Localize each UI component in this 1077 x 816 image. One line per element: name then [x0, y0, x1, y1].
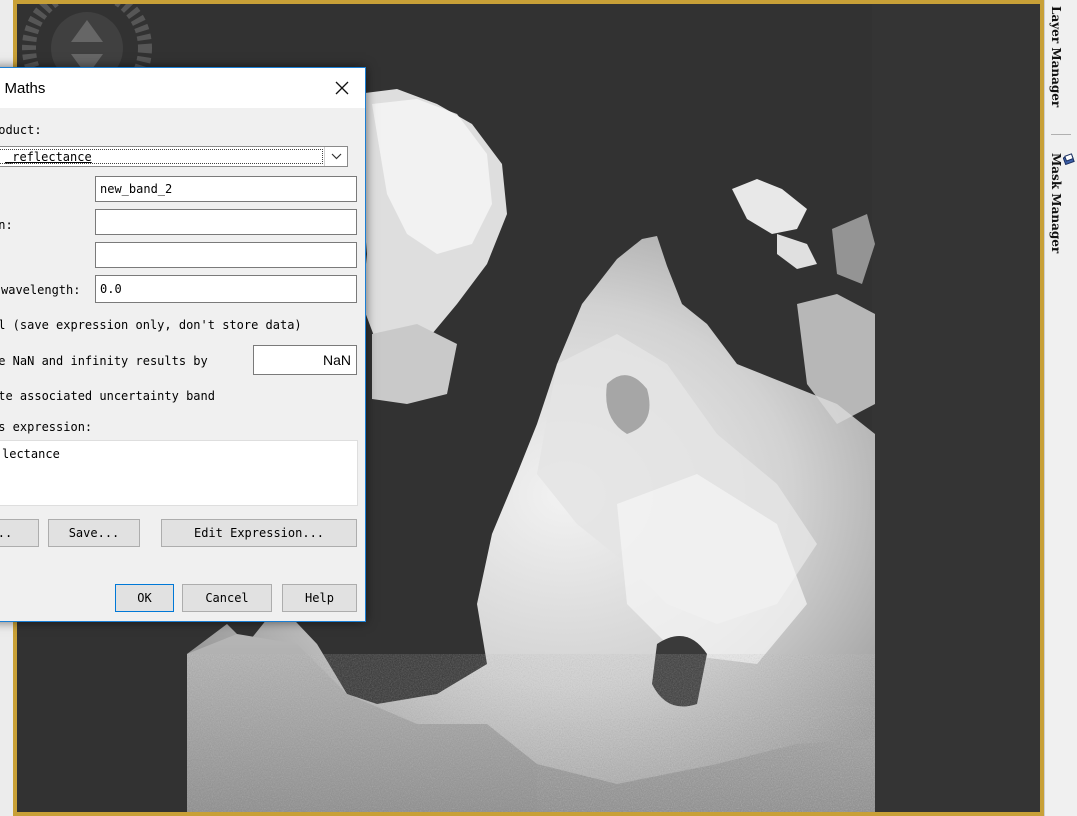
- wavelength-label: wavelength:: [1, 283, 81, 297]
- save-button-label: Save...: [68, 526, 120, 540]
- help-button[interactable]: Help: [282, 584, 357, 612]
- right-tool-panel: Layer Manager Mask Manager: [1044, 0, 1077, 816]
- mask-manager-label: Mask Manager: [1049, 153, 1063, 254]
- layer-manager-tab[interactable]: Layer Manager: [1049, 6, 1063, 107]
- band-maths-dialog: l Maths roduct: _reflectance new_band_2 …: [0, 67, 366, 622]
- replace-nan-checkbox-label[interactable]: ce NaN and infinity results by: [0, 354, 208, 368]
- help-button-label: Help: [305, 591, 334, 605]
- uncertainty-checkbox-label[interactable]: ate associated uncertainty band: [0, 389, 215, 403]
- close-icon: [335, 81, 349, 95]
- target-product-label: roduct:: [0, 123, 42, 137]
- edit-expression-button-label: Edit Expression...: [193, 526, 325, 540]
- target-product-value: _reflectance: [0, 149, 323, 164]
- dropdown-button[interactable]: [324, 147, 347, 166]
- unit-field[interactable]: [95, 242, 357, 268]
- dialog-title: l Maths: [0, 80, 46, 97]
- ok-button[interactable]: OK: [115, 584, 174, 612]
- description-field[interactable]: [95, 209, 357, 235]
- load-button-label: ..: [0, 526, 13, 540]
- expression-text-area[interactable]: lectance: [0, 440, 358, 506]
- replace-nan-value-field[interactable]: NaN: [253, 345, 357, 375]
- wavelength-field[interactable]: 0.0: [95, 275, 357, 303]
- mask-manager-tab[interactable]: Mask Manager: [1049, 153, 1075, 253]
- ok-button-label: OK: [137, 591, 152, 605]
- mask-manager-icon: [1063, 153, 1075, 165]
- chevron-down-icon: [331, 153, 341, 160]
- dialog-titlebar[interactable]: l Maths: [0, 68, 365, 108]
- name-field[interactable]: new_band_2: [95, 176, 357, 202]
- save-button[interactable]: Save...: [48, 519, 140, 547]
- cancel-button[interactable]: Cancel: [182, 584, 272, 612]
- expression-label: as expression:: [0, 420, 93, 434]
- virtual-checkbox-label[interactable]: al (save expression only, don't store da…: [0, 318, 302, 332]
- cancel-button-label: Cancel: [205, 591, 249, 605]
- target-product-select[interactable]: _reflectance: [0, 146, 348, 167]
- load-button[interactable]: ..: [0, 519, 39, 547]
- close-button[interactable]: [319, 68, 365, 108]
- edit-expression-button[interactable]: Edit Expression...: [161, 519, 357, 547]
- description-label: on:: [0, 218, 13, 232]
- layer-manager-label: Layer Manager: [1049, 6, 1063, 108]
- panel-separator: [1051, 134, 1071, 135]
